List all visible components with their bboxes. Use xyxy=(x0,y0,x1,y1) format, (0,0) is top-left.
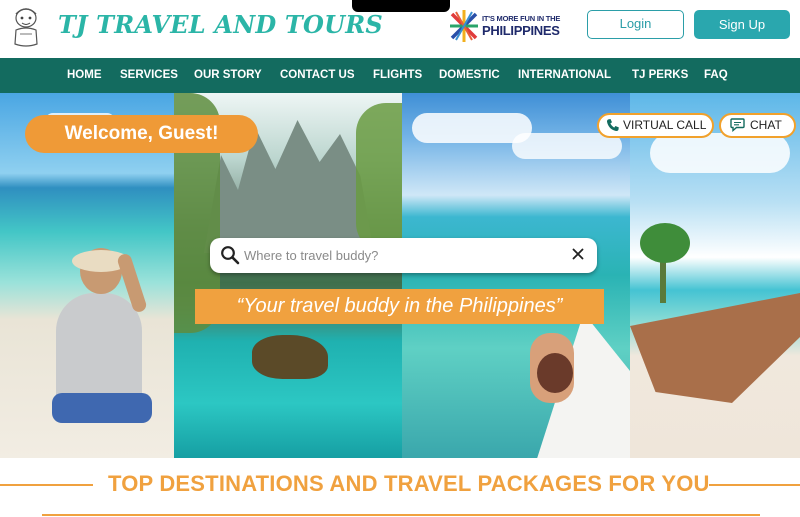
nav-item-tj-perks[interactable]: TJ PERKS xyxy=(632,58,688,93)
nav-item-international[interactable]: INTERNATIONAL xyxy=(518,58,611,93)
brand-title[interactable]: TJ TRAVEL AND TOURS xyxy=(58,10,383,39)
nav-item-flights[interactable]: FLIGHTS xyxy=(373,58,422,93)
site-header: TJ TRAVEL AND TOURS IT'S MORE FUN IN THE… xyxy=(0,0,800,58)
nav-item-home[interactable]: HOME xyxy=(67,58,102,93)
nav-item-services[interactable]: SERVICES xyxy=(120,58,178,93)
nav-item-faq[interactable]: FAQ xyxy=(704,58,728,93)
nav-item-contact-us[interactable]: CONTACT US xyxy=(280,58,355,93)
close-icon[interactable] xyxy=(571,247,585,261)
mascot-logo-icon[interactable] xyxy=(6,4,46,48)
philippines-logo-top: IT'S MORE FUN IN THE xyxy=(482,14,561,23)
philippines-logo-icon xyxy=(450,10,478,42)
divider-right xyxy=(709,484,800,486)
chat-button[interactable]: CHAT xyxy=(719,113,796,138)
welcome-banner: Welcome, Guest! xyxy=(25,115,258,153)
signup-button[interactable]: Sign Up xyxy=(694,10,790,39)
hero-tagline: “Your travel buddy in the Philippines” xyxy=(195,289,604,324)
hero-banner: Welcome, Guest! VIRTUAL CALL CHAT “Your … xyxy=(0,93,800,458)
main-nav: HOME SERVICES OUR STORY CONTACT US FLIGH… xyxy=(0,58,800,93)
hero-photo-hammock xyxy=(630,93,800,458)
search-bar xyxy=(210,238,597,273)
hero-photo-woman-boat xyxy=(402,93,630,458)
virtual-call-button[interactable]: VIRTUAL CALL xyxy=(597,113,714,138)
login-button[interactable]: Login xyxy=(587,10,684,39)
nav-item-domestic[interactable]: DOMESTIC xyxy=(439,58,500,93)
search-icon[interactable] xyxy=(220,245,240,265)
philippines-tourism-logo: IT'S MORE FUN IN THE PHILIPPINES xyxy=(448,8,566,46)
nav-item-our-story[interactable]: OUR STORY xyxy=(194,58,262,93)
divider-left xyxy=(0,484,93,486)
section-title: TOP DESTINATIONS AND TRAVEL PACKAGES FOR… xyxy=(108,471,710,496)
philippines-logo-main: PHILIPPINES xyxy=(482,23,560,38)
divider-bottom xyxy=(42,514,760,516)
camera-notch xyxy=(352,0,450,12)
search-input[interactable] xyxy=(244,242,564,269)
destinations-section-header: TOP DESTINATIONS AND TRAVEL PACKAGES FOR… xyxy=(0,458,800,517)
phone-icon xyxy=(606,119,619,132)
chat-icon xyxy=(730,118,745,132)
virtual-call-label: VIRTUAL CALL xyxy=(623,118,707,132)
chat-label: CHAT xyxy=(750,118,782,132)
